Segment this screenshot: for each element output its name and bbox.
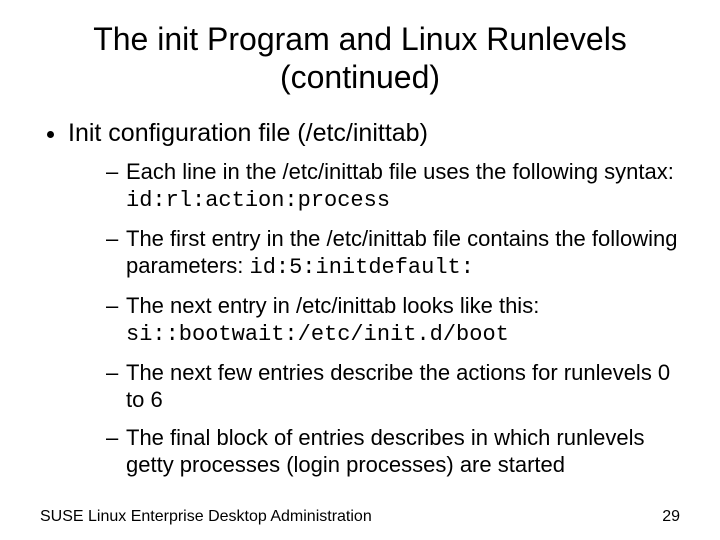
bullet-text: Init configuration file (/etc/inittab)	[68, 119, 428, 147]
sub-text: Each line in the /etc/inittab file uses …	[126, 159, 674, 184]
sub-text: The final block of entries describes in …	[126, 425, 644, 478]
list-item: The final block of entries describes in …	[106, 424, 680, 479]
list-item: Each line in the /etc/inittab file uses …	[106, 158, 680, 215]
list-item: The next few entries describe the action…	[106, 359, 680, 414]
list-item: The first entry in the /etc/inittab file…	[106, 225, 680, 282]
code-text: id:5:initdefault:	[250, 255, 474, 280]
bullet-list-level1: Init configuration file (/etc/inittab) E…	[40, 119, 680, 489]
slide-footer: SUSE Linux Enterprise Desktop Administra…	[40, 508, 680, 526]
sub-text: The next entry in /etc/inittab looks lik…	[126, 293, 539, 318]
title-line-1: The init Program and Linux Runlevels	[93, 21, 627, 57]
slide: The init Program and Linux Runlevels (co…	[0, 0, 720, 540]
list-item: Init configuration file (/etc/inittab) E…	[68, 119, 680, 479]
footer-left: SUSE Linux Enterprise Desktop Administra…	[40, 508, 372, 526]
code-text: id:rl:action:process	[126, 188, 390, 213]
code-text: si::bootwait:/etc/init.d/boot	[126, 322, 509, 347]
list-item: The next entry in /etc/inittab looks lik…	[106, 292, 680, 349]
slide-title: The init Program and Linux Runlevels (co…	[40, 20, 680, 97]
page-number: 29	[662, 508, 680, 526]
bullet-list-level2: Each line in the /etc/inittab file uses …	[68, 158, 680, 479]
sub-text: The next few entries describe the action…	[126, 360, 670, 413]
title-line-2: (continued)	[280, 59, 440, 95]
